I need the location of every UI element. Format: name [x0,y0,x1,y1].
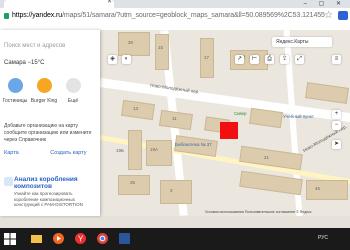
building [249,107,283,129]
building-number: 15 [158,45,164,50]
poi-park-label[interactable]: Сквер [234,111,247,116]
lock-icon [4,13,9,19]
weather-widget[interactable]: Самара −15°C [4,60,44,66]
building-number: 19А [150,147,159,152]
category-label[interactable]: Ещё [58,98,88,104]
traffic-icon[interactable]: ◐ [122,55,131,64]
category-label[interactable]: Burger King [29,98,59,104]
browser-tab[interactable]: ✕ [4,0,114,8]
create-map-link[interactable]: Создать карту [50,150,86,156]
ad-text: Узнайте как прогнозировать коробление ко… [14,191,83,207]
close-tab-icon[interactable]: ✕ [107,0,112,5]
layers-icon[interactable]: ◈ [108,55,117,64]
building-number: 17 [204,55,210,60]
map-copyright: Условия использования Пользовательское с… [205,210,312,214]
building [306,180,348,200]
building-number: 45 [315,186,321,191]
more-icon[interactable] [66,78,81,93]
building-number: 11 [172,116,177,121]
building [155,34,169,70]
window-controls[interactable]: – ▢ ✕ [304,0,346,7]
building-number: 19Б [116,148,124,153]
share-icon[interactable]: ⇪ [280,55,289,64]
ruler-icon[interactable]: ⊢ [250,55,259,64]
fullscreen-icon[interactable]: ⤢ [295,55,304,64]
building [128,130,142,170]
poi-shop-label[interactable]: Учебный пункт [283,114,314,119]
bookmark-star-icon[interactable]: ☆ [324,10,333,21]
explorer-icon[interactable] [30,232,43,245]
zoom-in-button[interactable]: + [332,110,341,119]
building-number: 21 [264,155,270,160]
hotels-icon[interactable] [8,78,23,93]
extension-icon[interactable] [338,11,348,20]
zoom-out-button[interactable]: − [332,121,341,130]
building [305,82,349,104]
map-link[interactable]: Карта [4,150,19,156]
windows-start-icon[interactable] [4,232,17,245]
promo-links: Карта Создать карту [4,150,87,156]
print-icon[interactable]: ⎙ [265,55,274,64]
burger-king-icon[interactable] [37,78,52,93]
yandex-browser-icon[interactable]: Y [74,232,87,245]
building-number: 13 [133,106,139,111]
search-input[interactable]: Поиск мест и адресов [4,43,65,49]
svg-text:Y: Y [78,235,84,244]
ad-icon [4,177,13,186]
poi-library-label[interactable]: Библиотека № 37 [175,142,212,147]
category-label[interactable]: Гостиницы [0,98,30,104]
building-number: 3 [170,188,173,193]
route-icon[interactable]: ↗ [235,55,244,64]
promo-text: Добавьте организацию на карту сообщите о… [4,123,92,143]
media-player-icon[interactable] [52,232,65,245]
building-number: 26 [130,180,136,185]
building [118,175,150,195]
ad-title[interactable]: Анализ коробления композитов [14,176,98,190]
menu-icon[interactable]: ≡ [332,55,341,64]
building [146,140,172,166]
word-icon[interactable] [118,232,131,245]
selected-area-marker[interactable] [220,122,238,139]
chrome-icon[interactable] [96,232,109,245]
building-number: 30 [128,40,134,45]
language-indicator[interactable]: РУС [318,235,328,241]
url-path: /maps/51/samara/?utm_source=geoblock_map… [62,12,325,19]
geolocation-icon[interactable]: ➤ [332,140,341,149]
building [118,32,150,56]
yandex-maps-badge[interactable]: Яндекс.Карты [272,37,332,47]
url-text[interactable]: https://yandex.ru/maps/51/samara/?utm_so… [12,12,325,19]
url-host: https://yandex.ru [12,12,63,19]
building [160,180,192,204]
